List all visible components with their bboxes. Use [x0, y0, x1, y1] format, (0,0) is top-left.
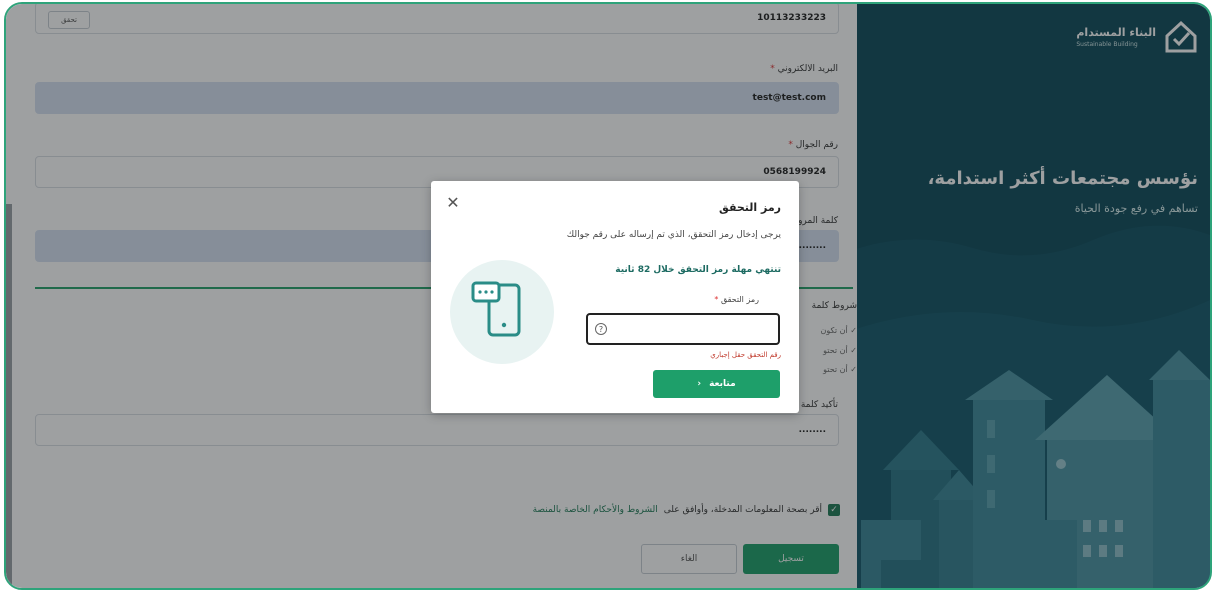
modal-description: يرجى إدخال رمز التحقق، الذي تم إرساله عل… [566, 230, 781, 240]
otp-label: رمز التحقق * [714, 295, 759, 304]
modal-title: رمز التحقق [719, 201, 781, 214]
chevron-left-icon: ‹ [697, 379, 702, 389]
otp-modal: ✕ رمز التحقق يرجى إدخال رمز التحقق، الذي… [431, 181, 799, 413]
otp-input[interactable] [586, 313, 780, 345]
otp-error-message: رقم التحقق حقل إجباري [710, 351, 781, 359]
continue-button[interactable]: متابعة ‹ [653, 370, 780, 398]
continue-label: متابعة [709, 379, 736, 389]
mobile-chat-icon [450, 260, 554, 364]
help-icon[interactable]: ? [595, 323, 607, 335]
otp-timer: تنتهي مهلة رمز التحقق خلال 82 ثانية [615, 265, 781, 275]
close-icon[interactable]: ✕ [445, 195, 461, 211]
app-frame: البناء المستدام Sustainable Building نؤس… [4, 2, 1212, 590]
